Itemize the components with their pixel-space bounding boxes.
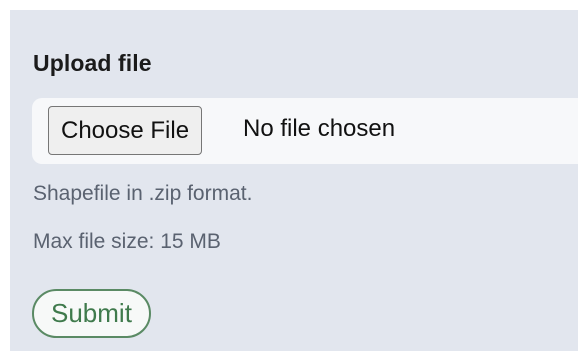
choose-file-button[interactable]: Choose File	[48, 106, 203, 155]
format-hint: Shapefile in .zip format.	[33, 182, 253, 205]
size-hint: Max file size: 15 MB	[33, 230, 221, 253]
file-status-text: No file chosen	[243, 115, 396, 142]
file-input[interactable]: Choose File No file chosen	[32, 98, 578, 164]
submit-button[interactable]: Submit	[32, 289, 151, 338]
upload-form-panel: Upload file Choose File No file chosen S…	[10, 10, 578, 351]
form-title: Upload file	[33, 50, 152, 76]
